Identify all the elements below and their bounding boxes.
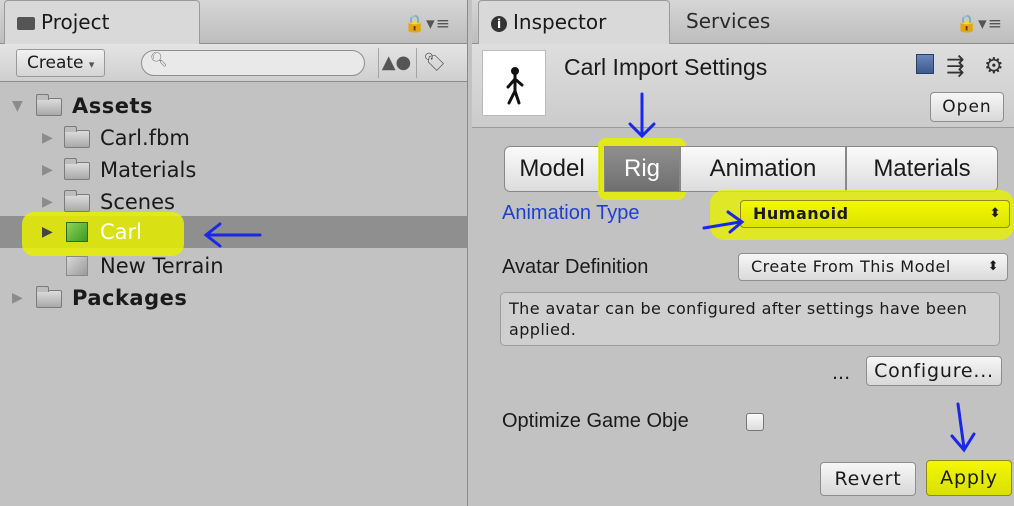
gear-icon[interactable]: ⚙ [984,54,1004,79]
apply-button[interactable]: Apply [926,460,1012,496]
dropdown-caret-icon: ⬍ [989,206,1001,221]
revert-label: Revert [834,468,902,490]
ellipsis-text: ... [832,362,851,384]
tab-services[interactable]: Services [674,0,782,42]
help-message-text: The avatar can be configured after setti… [509,299,968,339]
avatar-definition-label: Avatar Definition [502,256,649,278]
folder-icon [64,190,90,212]
inspector-header: Carl Import Settings ⇶ ⚙ Open [472,44,1014,128]
open-label: Open [942,97,992,117]
tab-project-label: Project [41,10,110,34]
tree-label: Assets [72,94,154,118]
folder-icon [17,17,35,30]
search-input[interactable]: 🔍︎ [141,50,365,76]
prefab-cube-icon [66,222,88,242]
lock-menu-icon[interactable]: 🔒▾≡ [404,14,451,34]
animation-type-label: Animation Type [502,202,640,224]
segment-label: Rig [623,155,660,182]
open-button[interactable]: Open [930,92,1004,122]
tree-item-packages[interactable]: ▶ Packages [0,282,468,314]
filter-by-label-icon[interactable]: 🏷︎ [416,48,452,78]
expand-triangle-icon: ▼ [12,98,23,114]
apply-label: Apply [940,467,998,489]
tab-rig[interactable]: Rig [604,146,680,192]
folder-icon [64,126,90,148]
tree-item-new-terrain[interactable]: New Terrain [0,250,468,282]
tree-label: Packages [72,286,188,310]
filter-by-type-icon[interactable]: ▲● [378,48,414,78]
tab-materials[interactable]: Materials [846,146,998,192]
import-settings-title: Carl Import Settings [564,54,768,80]
tree-label: Carl.fbm [100,126,190,150]
tab-inspector-label: Inspector [513,10,607,34]
revert-button[interactable]: Revert [820,462,916,496]
collapsed-triangle-icon: ▶ [12,290,23,306]
tab-services-label: Services [686,9,771,33]
tree-item-carl-fbm[interactable]: ▶ Carl.fbm [0,122,468,154]
tab-inspector[interactable]: i Inspector [478,0,670,44]
folder-icon [64,158,90,180]
configure-button[interactable]: Configure... [866,356,1002,386]
project-toolbar: Create ▾ 🔍︎ ▲● 🏷︎ [0,44,467,82]
folder-icon [36,286,62,308]
humanoid-figure-icon [506,67,524,105]
help-book-icon[interactable] [916,54,934,79]
collapsed-triangle-icon: ▶ [42,130,53,146]
tree-item-assets[interactable]: ▼ Assets [0,90,468,122]
search-icon: 🔍︎ [150,52,168,68]
tab-project[interactable]: Project [4,0,200,44]
animation-type-dropdown[interactable]: Humanoid ⬍ [740,200,1010,228]
annotation-arrow-left [203,222,262,248]
tree-label: Materials [100,158,197,182]
annotation-arrow-right [702,210,745,234]
create-label: Create [27,53,84,73]
segment-label: Animation [709,155,817,182]
folder-icon [36,94,62,116]
tree-item-materials[interactable]: ▶ Materials [0,154,468,186]
project-tabbar: Project 🔒▾≡ [0,0,467,44]
preset-sliders-icon[interactable]: ⇶ [946,54,964,79]
help-message-box: The avatar can be configured after setti… [500,292,1000,346]
create-button[interactable]: Create ▾ [16,49,106,77]
tree-label: New Terrain [100,254,224,278]
tab-model[interactable]: Model [504,146,600,192]
segment-label: Materials [873,155,971,182]
terrain-icon [66,256,88,276]
tree-label: Carl [100,220,142,244]
optimize-game-objects-checkbox[interactable] [746,413,764,431]
animation-type-value: Humanoid [753,204,849,223]
avatar-definition-value: Create From This Model [751,257,951,276]
project-panel: Project 🔒▾≡ Create ▾ 🔍︎ ▲● 🏷︎ ▼ Assets ▶… [0,0,468,506]
dropdown-caret-icon: ▾ [88,58,95,71]
dropdown-caret-icon: ⬍ [987,259,999,274]
configure-label: Configure... [874,360,994,382]
annotation-arrow-down [950,402,976,453]
inspector-panel: i Inspector Services 🔒▾≡ Carl Import Sett… [472,0,1014,506]
model-preview-thumbnail [482,50,546,116]
annotation-arrow-down [628,92,656,139]
collapsed-triangle-icon: ▶ [42,224,53,240]
collapsed-triangle-icon: ▶ [42,162,53,178]
lock-menu-icon[interactable]: 🔒▾≡ [956,14,1003,34]
inspector-tabbar: i Inspector Services 🔒▾≡ [472,0,1014,44]
tab-animation[interactable]: Animation [680,146,846,192]
avatar-definition-dropdown[interactable]: Create From This Model ⬍ [738,253,1008,281]
segment-label: Model [519,155,585,182]
optimize-game-objects-label: Optimize Game Obje [502,410,689,432]
info-icon: i [491,16,507,32]
